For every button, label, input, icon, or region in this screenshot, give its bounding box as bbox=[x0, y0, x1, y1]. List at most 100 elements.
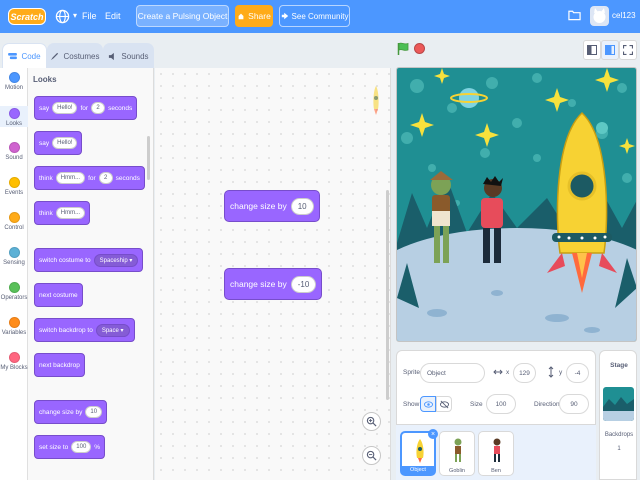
block-input[interactable]: 10 bbox=[290, 197, 314, 215]
block-input[interactable]: 2 bbox=[98, 172, 113, 184]
change-size-block[interactable]: change size by 10 bbox=[34, 400, 108, 424]
sprite-thumb-ben[interactable]: Ben bbox=[478, 431, 514, 476]
x-position-input[interactable]: 129 bbox=[513, 363, 536, 383]
stage-selector[interactable]: Stage Backdrops 1 bbox=[599, 350, 637, 480]
show-visible-toggle[interactable] bbox=[420, 396, 436, 412]
block-palette: Looks say Hello! for 2 seconds say Hello… bbox=[28, 68, 154, 480]
change-size-block-2[interactable]: change size by -10 bbox=[224, 268, 323, 300]
block-text: seconds bbox=[115, 174, 140, 182]
see-community-label: See Community bbox=[291, 11, 349, 21]
share-label: Share bbox=[248, 11, 271, 21]
category-variables[interactable]: Variables bbox=[0, 317, 28, 336]
tab-costumes-label: Costumes bbox=[63, 51, 100, 61]
next-costume-block[interactable]: next costume bbox=[34, 283, 83, 307]
category-looks[interactable]: Looks bbox=[0, 106, 28, 127]
share-button[interactable]: Share bbox=[235, 5, 273, 27]
green-flag-icon[interactable] bbox=[397, 42, 410, 56]
scratch-logo[interactable]: Scratch bbox=[8, 8, 46, 25]
category-sensing[interactable]: Sensing bbox=[0, 247, 28, 266]
block-input[interactable]: 100 bbox=[71, 441, 92, 453]
block-input[interactable]: Hello! bbox=[52, 102, 78, 114]
category-control[interactable]: Control bbox=[0, 212, 28, 231]
variables-dot-icon bbox=[8, 317, 20, 328]
y-position-input[interactable]: -4 bbox=[566, 363, 589, 383]
zoom-in-button[interactable] bbox=[362, 412, 381, 431]
sprite-thumb-object[interactable]: × Object bbox=[400, 429, 438, 476]
block-input[interactable]: 10 bbox=[85, 406, 103, 418]
think-for-secs-block[interactable]: think Hmm... for 2 seconds bbox=[34, 166, 145, 190]
code-scrollbar[interactable] bbox=[386, 190, 389, 400]
motion-dot-icon bbox=[8, 72, 20, 83]
small-stage-button[interactable] bbox=[583, 40, 601, 60]
block-input[interactable]: -10 bbox=[290, 275, 317, 293]
block-text: for bbox=[80, 104, 89, 112]
avatar[interactable] bbox=[590, 6, 609, 26]
direction-input[interactable]: 90 bbox=[559, 394, 589, 414]
tab-costumes[interactable]: Costumes bbox=[47, 43, 103, 68]
show-hidden-toggle[interactable] bbox=[436, 396, 452, 412]
sound-dot-icon bbox=[8, 142, 20, 153]
block-input[interactable]: 2 bbox=[91, 102, 106, 114]
delete-sprite-button[interactable]: × bbox=[428, 429, 438, 439]
say-block[interactable]: say Hello! bbox=[34, 131, 83, 155]
block-input[interactable]: Hmm... bbox=[55, 207, 86, 219]
set-size-block[interactable]: set size to 100 % bbox=[34, 435, 106, 459]
palette-scrollbar[interactable] bbox=[147, 136, 150, 180]
block-text: change size by bbox=[230, 279, 287, 289]
stage-thumbnail[interactable] bbox=[603, 387, 634, 421]
globe-icon[interactable] bbox=[55, 9, 70, 24]
costume-dropdown[interactable]: Spaceship ▾ bbox=[93, 253, 139, 267]
zoom-out-button[interactable] bbox=[362, 446, 381, 465]
change-size-block-1[interactable]: change size by 10 bbox=[224, 190, 320, 222]
backdrops-count: 1 bbox=[617, 446, 621, 452]
control-dot-icon bbox=[8, 212, 20, 223]
see-community-button[interactable]: See Community bbox=[279, 5, 350, 27]
category-motion[interactable]: Motion bbox=[0, 72, 28, 91]
file-menu[interactable]: File bbox=[82, 11, 97, 21]
vertical-arrows-icon bbox=[548, 366, 554, 378]
tab-sounds[interactable]: Sounds bbox=[103, 43, 154, 68]
small-stage-icon bbox=[587, 45, 597, 55]
code-area[interactable]: change size by 10 change size by -10 bbox=[155, 68, 391, 480]
switch-costume-block[interactable]: switch costume to Spaceship ▾ bbox=[34, 248, 144, 272]
category-my-blocks[interactable]: My Blocks bbox=[0, 352, 28, 371]
palette-heading: Looks bbox=[33, 75, 57, 84]
code-icon bbox=[8, 52, 18, 59]
goblin-thumbnail bbox=[454, 438, 462, 462]
think-block[interactable]: think Hmm... bbox=[34, 201, 91, 225]
category-label: Sound bbox=[5, 155, 23, 161]
tab-code[interactable]: Code bbox=[2, 43, 47, 68]
edit-menu[interactable]: Edit bbox=[105, 11, 121, 21]
backdrops-label: Backdrops bbox=[604, 432, 634, 438]
events-dot-icon bbox=[8, 177, 20, 188]
category-operators[interactable]: Operators bbox=[0, 282, 28, 301]
project-title-input[interactable]: Create a Pulsing Object bbox=[136, 5, 229, 27]
switch-backdrop-block[interactable]: switch backdrop to Space ▾ bbox=[34, 318, 135, 342]
block-input[interactable]: Hmm... bbox=[55, 172, 86, 184]
category-events[interactable]: Events bbox=[0, 177, 28, 196]
share-icon bbox=[238, 13, 244, 20]
looks-dot-icon bbox=[8, 108, 20, 119]
username[interactable]: cel123 bbox=[612, 11, 636, 20]
backdrop-dropdown[interactable]: Space ▾ bbox=[95, 323, 130, 337]
say-for-secs-block[interactable]: say Hello! for 2 seconds bbox=[34, 96, 138, 120]
stop-button[interactable] bbox=[414, 43, 425, 54]
stage-canvas[interactable] bbox=[396, 67, 637, 342]
sprite-name-input[interactable]: Object bbox=[420, 363, 485, 383]
eye-icon bbox=[423, 400, 433, 408]
category-sound[interactable]: Sound bbox=[0, 142, 28, 161]
block-text: for bbox=[88, 174, 96, 182]
chevron-down-icon[interactable]: ▾ bbox=[73, 11, 77, 20]
dropdown-value: Spaceship bbox=[99, 257, 128, 264]
next-backdrop-block[interactable]: next backdrop bbox=[34, 353, 85, 377]
large-stage-button[interactable] bbox=[601, 40, 619, 60]
sprite-watermark-icon bbox=[373, 86, 379, 115]
folder-icon[interactable] bbox=[568, 9, 581, 21]
sprite-label: Sprite bbox=[403, 369, 420, 376]
size-input[interactable]: 100 bbox=[486, 394, 516, 414]
block-input[interactable]: Hello! bbox=[52, 137, 78, 149]
fullscreen-button[interactable] bbox=[619, 40, 637, 60]
category-label: Events bbox=[4, 190, 24, 196]
category-menu: Motion Looks Sound Events Control Sensin… bbox=[0, 68, 28, 480]
sprite-thumb-goblin[interactable]: Goblin bbox=[439, 431, 475, 476]
